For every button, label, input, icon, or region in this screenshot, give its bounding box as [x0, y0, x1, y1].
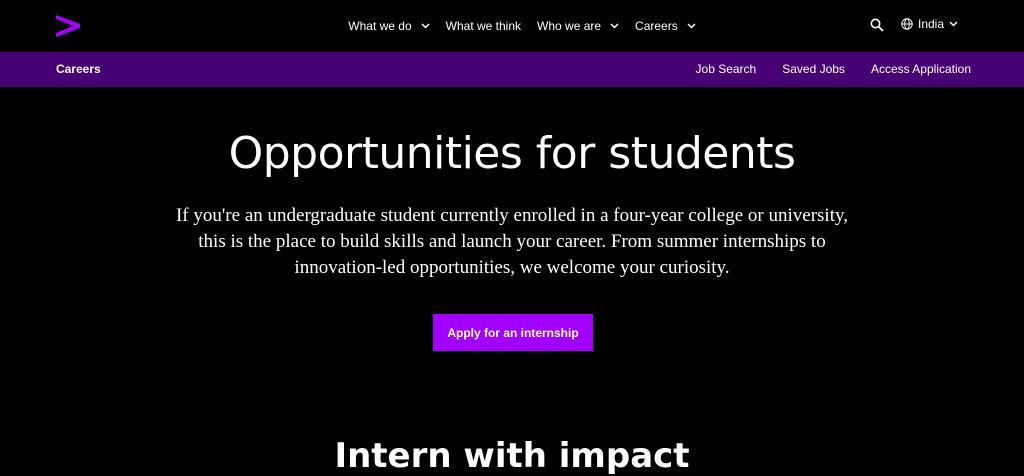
menu-item-label: Careers — [635, 19, 678, 33]
careers-subnav: Careers Job Search Saved Jobs Access App… — [0, 52, 1024, 87]
menu-item-label: Who we are — [537, 19, 602, 33]
chevron-down-icon — [687, 23, 696, 29]
chevron-down-icon — [949, 21, 958, 27]
subnav-link-job-search[interactable]: Job Search — [696, 62, 757, 76]
search-icon[interactable] — [870, 18, 884, 32]
menu-item-label: What we do — [348, 19, 412, 33]
hero-description: If you're an undergraduate student curre… — [175, 205, 848, 278]
apply-internship-button[interactable]: Apply for an internship — [433, 314, 593, 351]
top-navigation: What we do What we think Who we are Care… — [0, 0, 1024, 52]
globe-icon — [901, 18, 913, 30]
chevron-down-icon — [610, 23, 619, 29]
subnav-links: Job Search Saved Jobs Access Application — [696, 62, 971, 76]
locale-selector[interactable]: India — [901, 17, 958, 31]
menu-item-who-we-are[interactable]: Who we are — [537, 19, 619, 33]
subnav-link-saved-jobs[interactable]: Saved Jobs — [782, 62, 845, 76]
page-title: Opportunities for students — [228, 128, 796, 179]
subnav-link-access-application[interactable]: Access Application — [871, 62, 971, 76]
menu-item-what-we-think[interactable]: What we think — [446, 19, 521, 33]
brand-logo-icon[interactable] — [56, 15, 80, 37]
menu-item-what-we-do[interactable]: What we do — [348, 19, 430, 33]
menu-item-label: What we think — [445, 19, 522, 33]
menu-item-careers[interactable]: Careers — [635, 19, 696, 33]
section-title: Intern with impact — [334, 436, 690, 476]
subnav-section-title[interactable]: Careers — [56, 62, 101, 76]
chevron-down-icon — [421, 23, 430, 29]
locale-label: India — [918, 17, 945, 31]
